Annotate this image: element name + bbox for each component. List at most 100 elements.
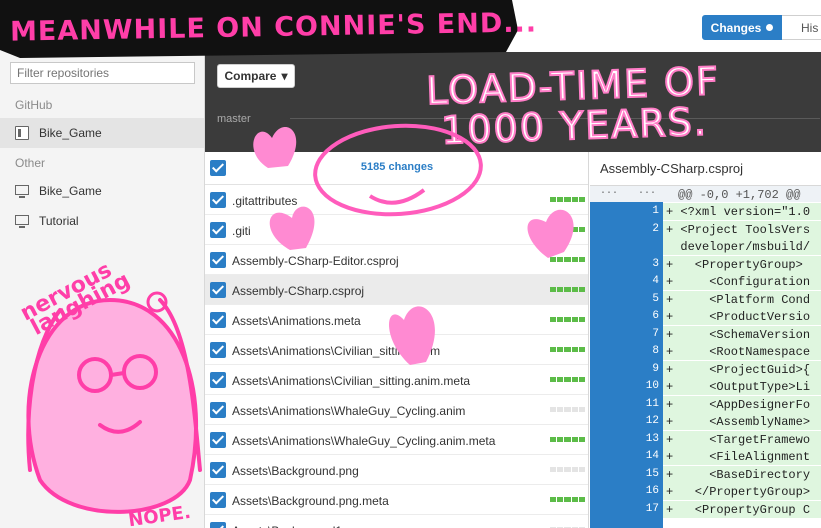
code-text: + <SchemaVersion	[666, 327, 811, 342]
code-text: + <PropertyGroup>	[666, 257, 803, 272]
line-number: 2	[652, 222, 659, 235]
diff-line: 16 + </PropertyGroup>	[590, 483, 821, 500]
file-checkbox[interactable]	[210, 252, 226, 268]
file-name: Assets\Animations\Civilian_sitting.anim	[232, 344, 441, 358]
added-code: + <?xml version="1.0	[663, 203, 821, 220]
file-checkbox[interactable]	[210, 462, 226, 478]
file-checkbox[interactable]	[210, 522, 226, 528]
diff-stat-bar	[550, 497, 586, 502]
code-text: + <Project ToolsVers	[666, 222, 811, 237]
code-text: + <FileAlignment	[666, 450, 811, 464]
added-code: + <Configuration	[663, 273, 821, 290]
diff-stat-bar	[550, 287, 586, 292]
tab-history[interactable]: His	[782, 15, 821, 40]
file-row[interactable]: Assets\Animations\WhaleGuy_Cycling.anim	[205, 395, 588, 425]
tab-history-label: His	[801, 20, 819, 35]
code-text: + <ProjectGuid>{	[666, 362, 811, 377]
diff-line: 11 + <AppDesignerFo	[590, 395, 821, 413]
sidebar-item-bike-game-local[interactable]: Bike_Game	[0, 176, 204, 206]
diff-line: 15 + <BaseDirectory	[590, 465, 821, 483]
line-number: 9	[652, 362, 659, 375]
file-checkbox[interactable]	[210, 402, 226, 418]
file-row[interactable]: Assembly-CSharp-Editor.csproj	[205, 245, 588, 275]
file-row[interactable]: Assets\Animations.meta	[205, 305, 588, 335]
diff-line: 17 + <PropertyGroup C	[590, 500, 821, 518]
hunk-header: ··· ··· @@ -0,0 +1,702 @@	[590, 186, 821, 202]
changed-files-list: 5185 changes .gitattributes .giti Assembly…	[205, 152, 589, 528]
repository-sidebar: GitHub Bike_Game Other Bike_Game Tutoria…	[0, 0, 205, 528]
sidebar-item-tutorial[interactable]: Tutorial	[0, 206, 204, 236]
code-text: + <AppDesignerFo	[666, 397, 811, 412]
diff-stat-bar	[550, 377, 586, 382]
line-number: 17	[645, 502, 659, 515]
expand-dots: ···	[600, 188, 619, 199]
file-row[interactable]: .giti	[205, 215, 588, 245]
file-checkbox[interactable]	[210, 492, 226, 508]
code-text: + <?xml version="1.0	[666, 205, 811, 219]
added-code: + <TargetFramewo	[663, 430, 821, 448]
file-row[interactable]: Assets\Animations\WhaleGuy_Cycling.anim.…	[205, 425, 588, 455]
added-code: + <ProjectGuid>{	[663, 360, 821, 378]
file-row[interactable]: .gitattributes	[205, 185, 588, 215]
loadtime-line-2: 1000 YEARS.	[440, 98, 710, 153]
file-checkbox[interactable]	[210, 312, 226, 328]
file-row[interactable]: Assets\Background.png	[205, 455, 588, 485]
file-checkbox[interactable]	[210, 432, 226, 448]
diff-line: 5 + <Platform Cond	[590, 290, 821, 308]
file-row[interactable]: Assembly-CSharp.csproj	[205, 275, 588, 305]
line-number: 11	[645, 397, 659, 410]
file-checkbox[interactable]	[210, 342, 226, 358]
section-other: Other	[15, 156, 46, 170]
line-number: 13	[645, 432, 659, 445]
monitor-icon	[15, 185, 29, 198]
code-text: + <BaseDirectory	[666, 467, 811, 482]
diff-file-title: Assembly-CSharp.csproj	[600, 161, 744, 176]
line-number: 15	[645, 467, 659, 480]
added-code: + <PropertyGroup>	[663, 255, 821, 273]
section-github: GitHub	[15, 98, 53, 112]
added-code: + <FileAlignment	[663, 448, 821, 465]
filter-repositories-input[interactable]	[10, 62, 195, 84]
line-number: 4	[652, 275, 659, 287]
branch-label: master	[217, 113, 251, 125]
file-checkbox[interactable]	[210, 372, 226, 388]
tab-changes-label: Changes	[710, 20, 762, 35]
diff-line: 10 + <OutputType>Li	[590, 378, 821, 395]
file-checkbox[interactable]	[210, 282, 226, 298]
diff-line: 3 + <PropertyGroup>	[590, 255, 821, 273]
file-row[interactable]: Assets\Animations\Civilian_sitting.anim	[205, 335, 588, 365]
diff-body[interactable]: ··· ··· @@ -0,0 +1,702 @@ 1 + <?xml versi…	[590, 185, 821, 528]
added-code: developer/msbuild/	[663, 238, 821, 255]
code-text: developer/msbuild/	[666, 240, 811, 254]
code-text: + <Configuration	[666, 275, 811, 289]
tab-changes[interactable]: Changes	[702, 15, 782, 40]
file-row[interactable]: Assets\Background1...	[205, 515, 588, 528]
code-text: + <RootNamespace	[666, 345, 811, 359]
line-number: 1	[652, 205, 659, 217]
file-list-header: 5185 changes	[205, 152, 588, 185]
code-text: + <Platform Cond	[666, 292, 811, 307]
diff-stat-bar	[550, 317, 586, 322]
diff-line: 13 + <TargetFramewo	[590, 430, 821, 448]
added-code: + <AssemblyName>	[663, 413, 821, 430]
diff-stat-bar	[550, 407, 586, 412]
added-code: + <AppDesignerFo	[663, 395, 821, 413]
expand-dots: ···	[638, 188, 657, 199]
added-code: + <RootNamespace	[663, 343, 821, 360]
code-text: + <PropertyGroup C	[666, 502, 811, 517]
file-checkbox[interactable]	[210, 192, 226, 208]
monitor-icon	[15, 215, 29, 228]
compare-button[interactable]: Compare ▾	[217, 64, 295, 88]
line-number: 12	[645, 415, 659, 427]
file-checkbox[interactable]	[210, 222, 226, 238]
diff-line: 4 + <Configuration	[590, 273, 821, 290]
file-name: .giti	[232, 224, 251, 238]
diff-stat-bar	[550, 227, 586, 232]
file-row[interactable]: Assets\Animations\Civilian_sitting.anim.…	[205, 365, 588, 395]
file-row[interactable]: Assets\Background.png.meta	[205, 485, 588, 515]
sidebar-item-bike-game-github[interactable]: Bike_Game	[0, 118, 204, 148]
file-name: Assets\Animations.meta	[232, 314, 361, 328]
file-name: Assembly-CSharp-Editor.csproj	[232, 254, 399, 268]
diff-stat-bar	[550, 197, 586, 202]
file-name: Assets\Background.png.meta	[232, 494, 389, 508]
